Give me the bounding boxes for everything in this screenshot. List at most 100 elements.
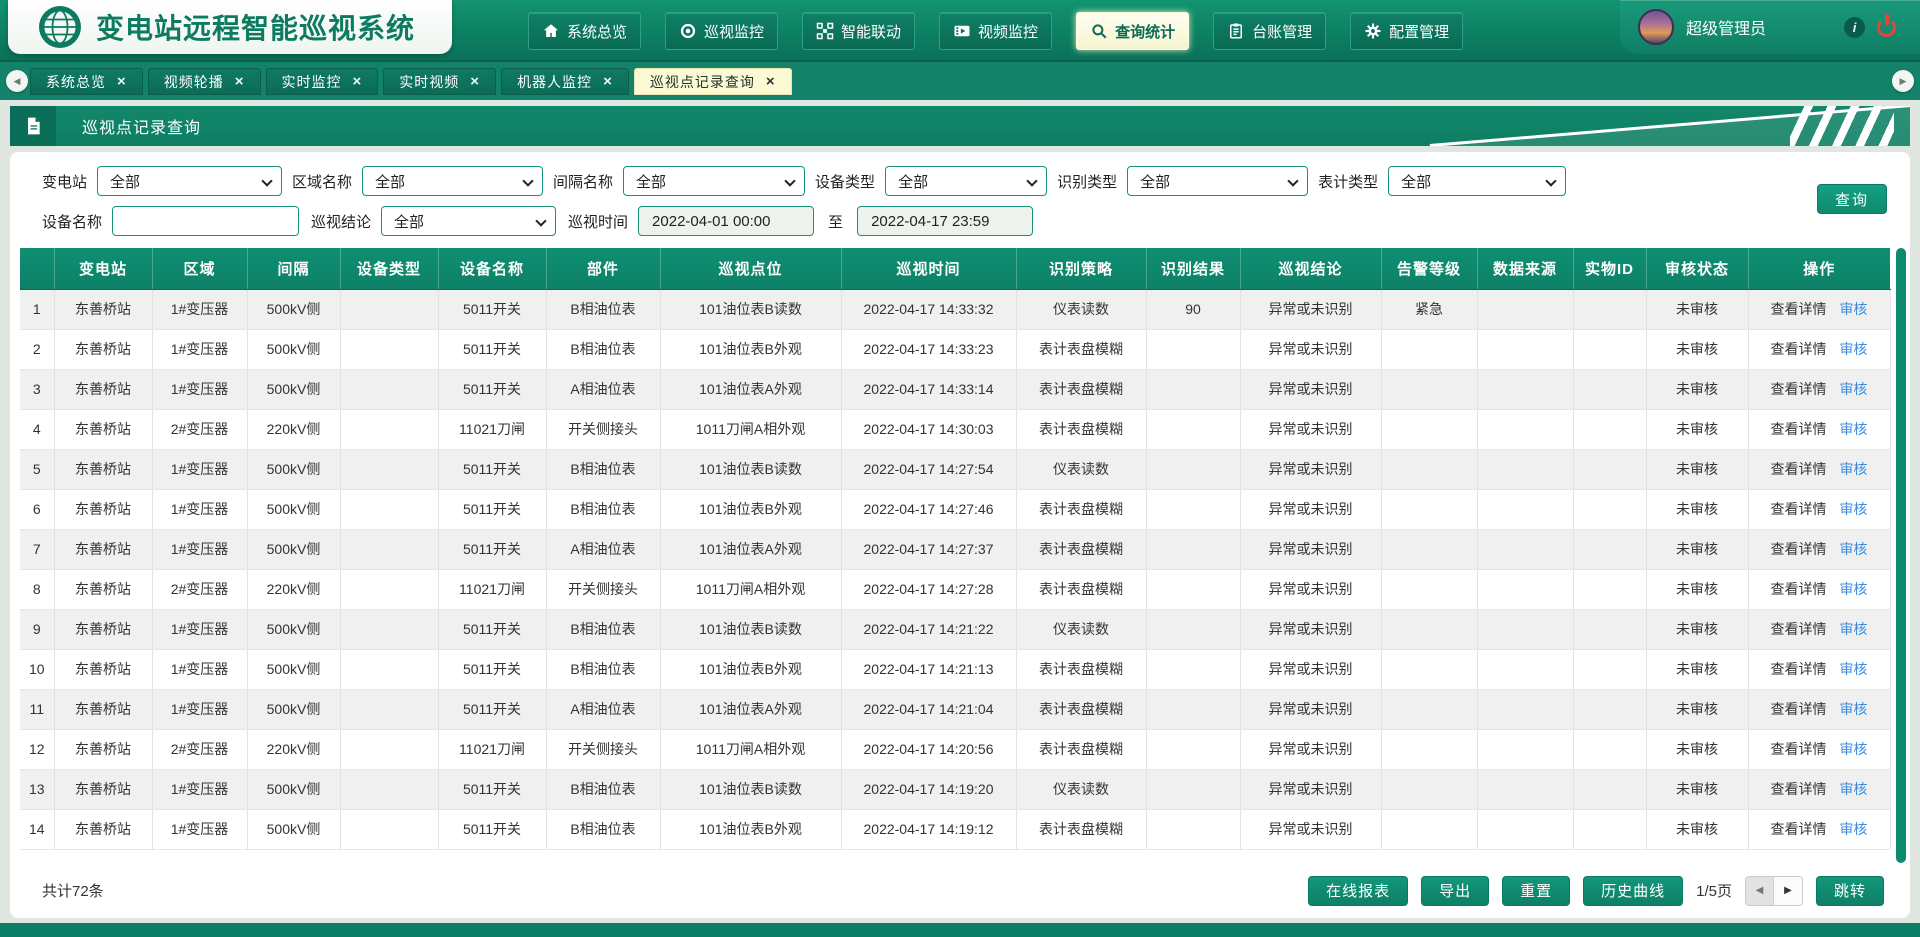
audit-link[interactable]: 审核	[1839, 701, 1867, 717]
cell-time: 2022-04-17 14:33:23	[841, 329, 1016, 369]
filter-select[interactable]: 全部	[623, 166, 805, 196]
view-detail-link[interactable]: 查看详情	[1771, 781, 1827, 797]
audit-link[interactable]: 审核	[1839, 461, 1867, 477]
tab[interactable]: 实时视频 ×	[383, 68, 496, 95]
app-logo-icon	[38, 5, 82, 49]
table-header-cell: 巡视结论	[1240, 248, 1381, 289]
power-icon[interactable]	[1877, 18, 1896, 37]
view-detail-link[interactable]: 查看详情	[1771, 821, 1827, 837]
table-row[interactable]: 3 东善桥站 1#变压器 500kV侧 5011开关 A相油位表 101油位表A…	[20, 369, 1890, 409]
audit-link[interactable]: 审核	[1839, 501, 1867, 517]
nav-ledger-management[interactable]: 台账管理	[1213, 12, 1326, 50]
filter-item: 表计类型 全部	[1318, 166, 1566, 196]
tab-scroll-right-button[interactable]: ▶	[1892, 70, 1914, 92]
tab[interactable]: 机器人监控 ×	[501, 68, 629, 95]
nav-inspection-monitor[interactable]: 巡视监控	[665, 12, 778, 50]
filter-row-2: 设备名称 巡视结论 全部 巡视时间 至	[42, 206, 1033, 236]
audit-link[interactable]: 审核	[1839, 621, 1867, 637]
filter-select[interactable]: 全部	[362, 166, 543, 196]
filter-select[interactable]: 全部	[885, 166, 1047, 196]
table-row[interactable]: 10 东善桥站 1#变压器 500kV侧 5011开关 B相油位表 101油位表…	[20, 649, 1890, 689]
view-detail-link[interactable]: 查看详情	[1771, 381, 1827, 397]
tab[interactable]: 系统总览 ×	[30, 68, 143, 95]
jump-button[interactable]: 跳转	[1816, 876, 1884, 906]
footer-action-button[interactable]: 导出	[1421, 876, 1489, 906]
footer-action-button[interactable]: 重置	[1502, 876, 1570, 906]
view-detail-link[interactable]: 查看详情	[1771, 701, 1827, 717]
time-from-input[interactable]	[638, 206, 814, 236]
audit-link[interactable]: 审核	[1839, 421, 1867, 437]
view-detail-link[interactable]: 查看详情	[1771, 421, 1827, 437]
cell-actions: 查看详情 审核	[1748, 529, 1890, 569]
view-detail-link[interactable]: 查看详情	[1771, 461, 1827, 477]
nav-smart-linkage[interactable]: 智能联动	[802, 12, 915, 50]
audit-link[interactable]: 审核	[1839, 381, 1867, 397]
close-icon[interactable]: ×	[766, 74, 776, 89]
table-row[interactable]: 9 东善桥站 1#变压器 500kV侧 5011开关 B相油位表 101油位表B…	[20, 609, 1890, 649]
avatar[interactable]	[1638, 9, 1674, 45]
close-icon[interactable]: ×	[353, 74, 363, 89]
tab[interactable]: 实时监控 ×	[266, 68, 379, 95]
table-row[interactable]: 8 东善桥站 2#变压器 220kV侧 11021刀闸 开关侧接头 1011刀闸…	[20, 569, 1890, 609]
time-to-input[interactable]	[857, 206, 1033, 236]
nav-video-monitor[interactable]: 视频监控	[939, 12, 1052, 50]
nav-query-stats[interactable]: 查询统计	[1076, 12, 1189, 50]
cell-source	[1477, 289, 1573, 329]
row-number: 10	[20, 649, 54, 689]
device-name-input[interactable]	[112, 206, 299, 236]
filter-select[interactable]: 全部	[1127, 166, 1308, 196]
view-detail-link[interactable]: 查看详情	[1771, 541, 1827, 557]
audit-link[interactable]: 审核	[1839, 741, 1867, 757]
footer-action-button[interactable]: 在线报表	[1308, 876, 1408, 906]
table-scrollbar[interactable]	[1896, 248, 1906, 863]
close-icon[interactable]: ×	[603, 74, 613, 89]
table-row[interactable]: 11 东善桥站 1#变压器 500kV侧 5011开关 A相油位表 101油位表…	[20, 689, 1890, 729]
view-detail-link[interactable]: 查看详情	[1771, 501, 1827, 517]
filter-select[interactable]: 全部	[1388, 166, 1566, 196]
cell-bay: 220kV侧	[247, 569, 340, 609]
cell-device-type	[340, 569, 438, 609]
cell-time: 2022-04-17 14:33:32	[841, 289, 1016, 329]
table-row[interactable]: 5 东善桥站 1#变压器 500kV侧 5011开关 B相油位表 101油位表B…	[20, 449, 1890, 489]
audit-link[interactable]: 审核	[1839, 661, 1867, 677]
search-button[interactable]: 查询	[1817, 184, 1887, 214]
table-row[interactable]: 6 东善桥站 1#变压器 500kV侧 5011开关 B相油位表 101油位表B…	[20, 489, 1890, 529]
view-detail-link[interactable]: 查看详情	[1771, 661, 1827, 677]
chevron-down-icon	[522, 175, 533, 186]
prev-page-button[interactable]: ◀	[1746, 877, 1774, 905]
filter-select[interactable]: 全部	[97, 166, 282, 196]
close-icon[interactable]: ×	[117, 74, 127, 89]
tab-scroll-left-button[interactable]: ◀	[6, 70, 28, 92]
table-row[interactable]: 2 东善桥站 1#变压器 500kV侧 5011开关 B相油位表 101油位表B…	[20, 329, 1890, 369]
view-detail-link[interactable]: 查看详情	[1771, 741, 1827, 757]
audit-link[interactable]: 审核	[1839, 581, 1867, 597]
conclusion-select[interactable]: 全部	[381, 206, 556, 236]
audit-link[interactable]: 审核	[1839, 821, 1867, 837]
tab[interactable]: 巡视点记录查询 ×	[634, 68, 792, 95]
table-row[interactable]: 7 东善桥站 1#变压器 500kV侧 5011开关 A相油位表 101油位表A…	[20, 529, 1890, 569]
table-row[interactable]: 4 东善桥站 2#变压器 220kV侧 11021刀闸 开关侧接头 1011刀闸…	[20, 409, 1890, 449]
table-row[interactable]: 1 东善桥站 1#变压器 500kV侧 5011开关 B相油位表 101油位表B…	[20, 289, 1890, 329]
eye-icon	[679, 22, 697, 40]
audit-link[interactable]: 审核	[1839, 781, 1867, 797]
table-row[interactable]: 12 东善桥站 2#变压器 220kV侧 11021刀闸 开关侧接头 1011刀…	[20, 729, 1890, 769]
audit-link[interactable]: 审核	[1839, 301, 1867, 317]
view-detail-link[interactable]: 查看详情	[1771, 581, 1827, 597]
view-detail-link[interactable]: 查看详情	[1771, 301, 1827, 317]
view-detail-link[interactable]: 查看详情	[1771, 341, 1827, 357]
info-icon[interactable]: i	[1844, 17, 1865, 38]
nav-system-overview[interactable]: 系统总览	[528, 12, 641, 50]
next-page-button[interactable]: ▶	[1774, 877, 1802, 905]
cell-bay: 500kV侧	[247, 289, 340, 329]
audit-link[interactable]: 审核	[1839, 341, 1867, 357]
tab[interactable]: 视频轮播 ×	[148, 68, 261, 95]
nav-config-management[interactable]: 配置管理	[1350, 12, 1463, 50]
table-row[interactable]: 13 东善桥站 1#变压器 500kV侧 5011开关 B相油位表 101油位表…	[20, 769, 1890, 809]
footer-action-button[interactable]: 历史曲线	[1583, 876, 1683, 906]
audit-link[interactable]: 审核	[1839, 541, 1867, 557]
view-detail-link[interactable]: 查看详情	[1771, 621, 1827, 637]
close-icon[interactable]: ×	[235, 74, 245, 89]
cell-device: 5011开关	[438, 529, 546, 569]
table-row[interactable]: 14 东善桥站 1#变压器 500kV侧 5011开关 B相油位表 101油位表…	[20, 809, 1890, 849]
close-icon[interactable]: ×	[470, 74, 480, 89]
